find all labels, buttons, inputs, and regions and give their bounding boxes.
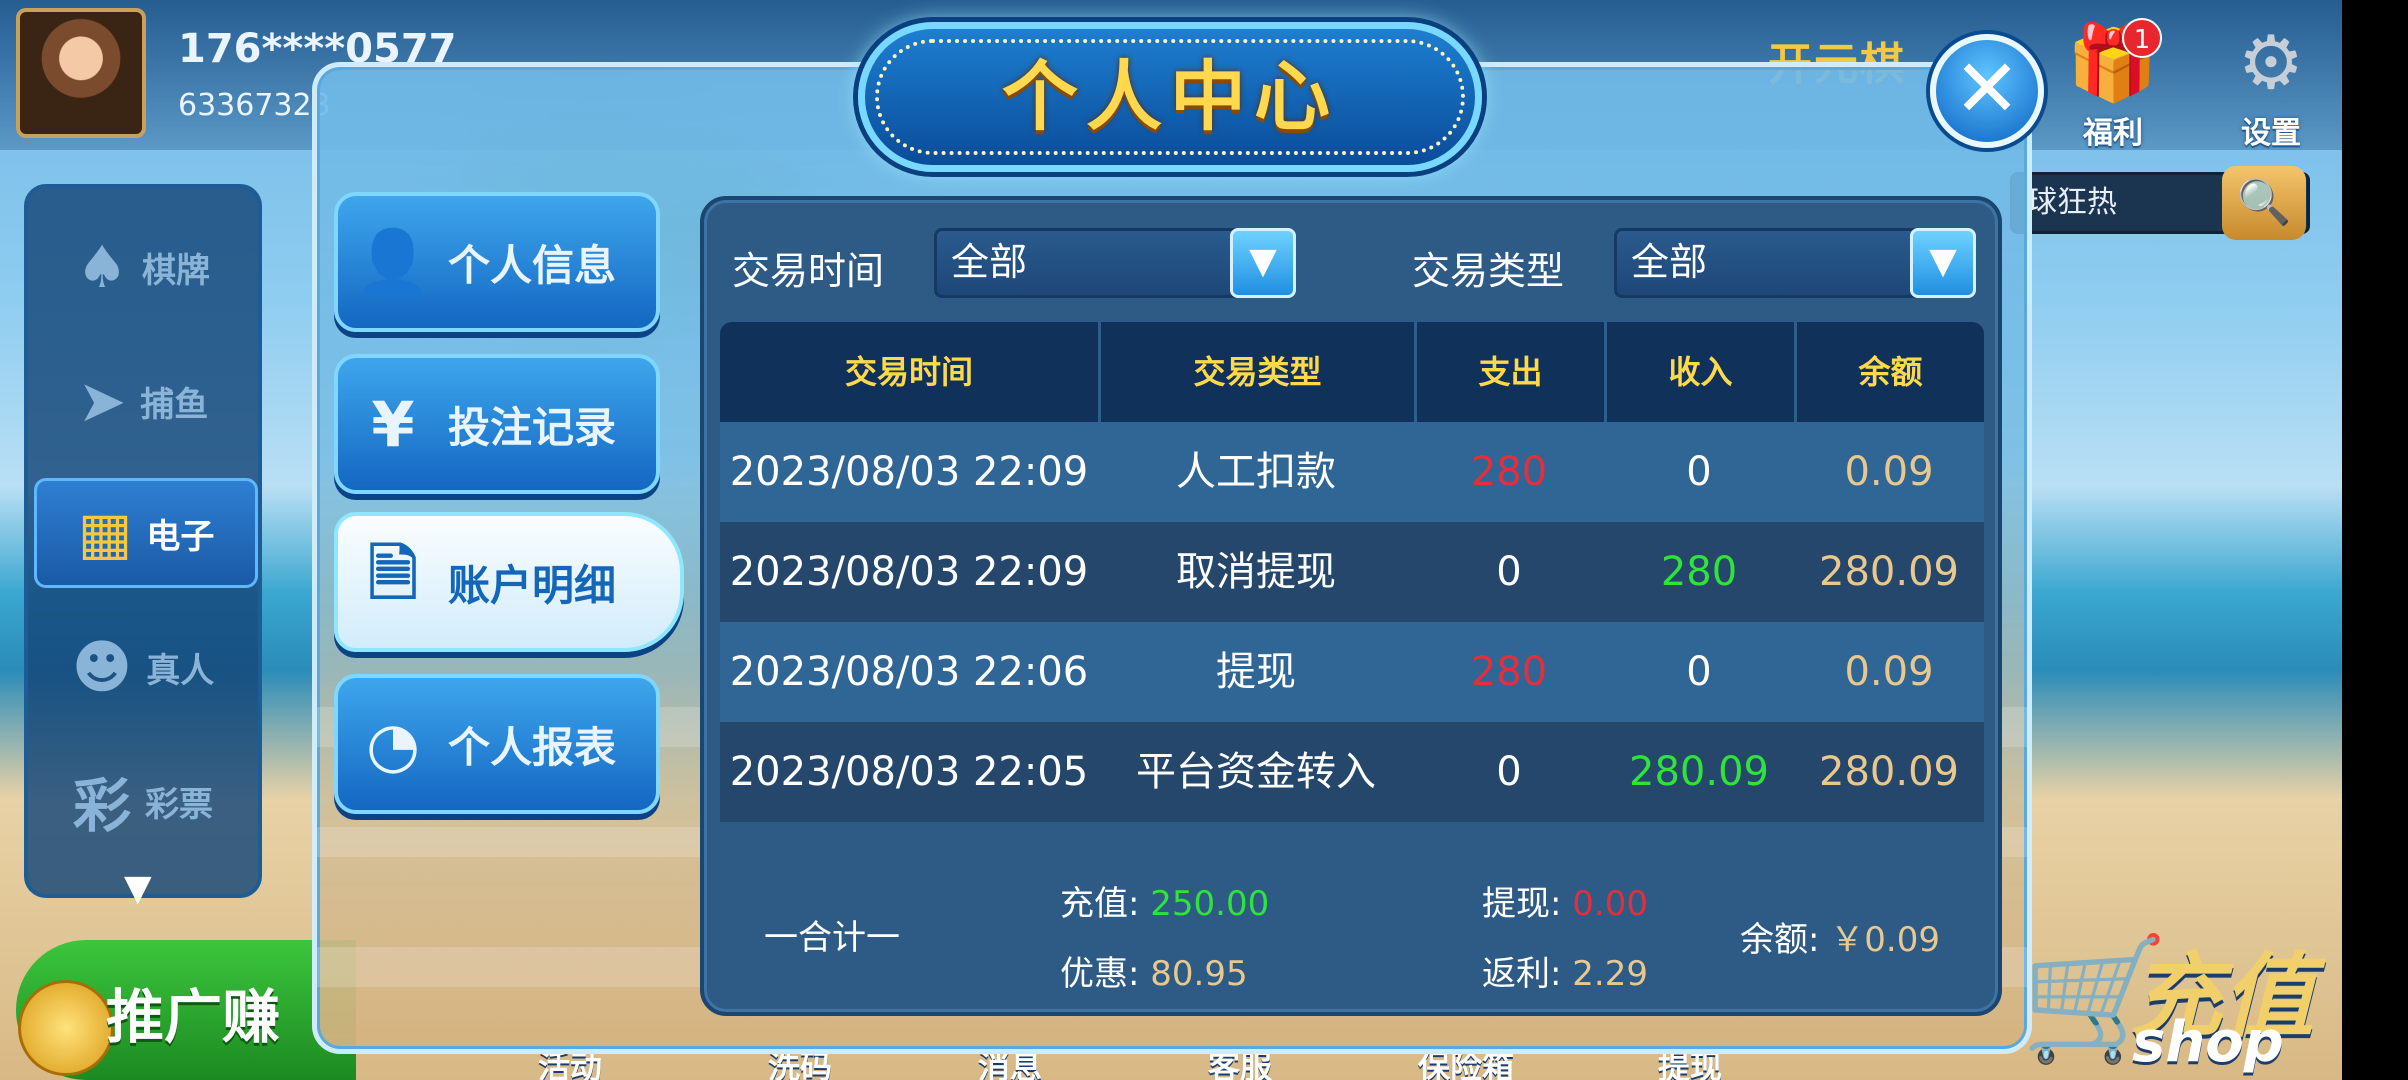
cell-time: 2023/08/03 22:09 — [729, 549, 1089, 595]
settings-button[interactable]: ⚙ 设置 — [2216, 18, 2326, 151]
screen-edge — [2342, 0, 2408, 1080]
category-item-fishing[interactable]: ➤ 捕鱼 — [28, 346, 258, 456]
banknote-icon: ¥ — [371, 387, 415, 461]
rebate-value: 2.29 — [1572, 954, 1648, 994]
close-button[interactable]: ✕ — [1930, 34, 2044, 148]
recharge-label: 充值: — [1060, 884, 1140, 924]
spade-card-icon: ♠ — [76, 233, 128, 301]
column-header-type: 交易类型 — [1098, 322, 1414, 422]
gear-icon: ⚙ — [2237, 20, 2305, 106]
tab-account-details[interactable]: 🗎 账户明细 — [334, 512, 684, 652]
chevron-down-icon[interactable]: ▼ — [124, 868, 152, 909]
promo-label: 推广赚 — [106, 983, 281, 1051]
slot-machine-icon: ▦ — [77, 499, 133, 567]
column-header-time: 交易时间 — [844, 353, 973, 391]
chevron-down-icon[interactable]: ▼ — [1910, 228, 1976, 298]
balance-value: ￥0.09 — [1830, 920, 1940, 960]
category-label: 电子 — [146, 516, 215, 557]
tab-label: 账户明细 — [448, 560, 617, 610]
type-filter-label: 交易类型 — [1412, 249, 1565, 293]
cell-income: 280 — [1660, 549, 1738, 595]
summary-recharge: 充值: 250.00 — [1060, 876, 1269, 925]
tab-label: 投注记录 — [448, 402, 617, 452]
rebate-label: 返利: — [1482, 954, 1562, 994]
user-icon: 👤 — [354, 225, 432, 298]
close-icon: ✕ — [1953, 42, 2021, 135]
summary-rebate: 返利: 2.29 — [1482, 946, 1648, 995]
cell-balance: 0.09 — [1844, 449, 1934, 495]
cell-expense: 0 — [1496, 549, 1522, 595]
coin-stack-icon — [18, 980, 114, 1076]
dealer-icon: ☻ — [71, 633, 133, 701]
welfare-label: 福利 — [2083, 116, 2143, 151]
column-header-balance: 余额 — [1794, 322, 1984, 422]
chevron-down-icon[interactable]: ▼ — [1230, 228, 1296, 298]
player-id: 63367323 — [178, 88, 331, 123]
category-item-live[interactable]: ☻ 真人 — [28, 612, 258, 722]
search-icon: 🔍 — [2236, 177, 2292, 228]
summary-section: 一合计一 充值: 250.00 优惠: 80.95 提现: 0.00 返利: 2… — [720, 850, 1984, 1010]
category-item-chess-cards[interactable]: ♠ 棋牌 — [28, 212, 258, 322]
cell-income: 0 — [1686, 449, 1712, 495]
table-row: 2023/08/03 22:09 人工扣款 280 0 0.09 — [720, 422, 1984, 522]
bonus-label: 优惠: — [1060, 954, 1140, 994]
pie-chart-icon: ◔ — [365, 707, 421, 781]
cell-income: 0 — [1686, 649, 1712, 695]
recharge-shop-button[interactable]: 🛒 充值 shop — [2010, 900, 2340, 1080]
avatar[interactable] — [16, 8, 146, 138]
cell-type: 人工扣款 — [1176, 449, 1336, 495]
cell-time: 2023/08/03 22:05 — [729, 749, 1089, 795]
bonus-value: 80.95 — [1150, 954, 1248, 994]
game-category-sidebar: ♠ 棋牌 ➤ 捕鱼 ▦ 电子 ☻ 真人 彩 彩票 ▼ — [24, 184, 262, 909]
summary-total-label: 一合计一 — [764, 918, 900, 958]
tab-label: 个人信息 — [448, 240, 617, 290]
cell-type: 取消提现 — [1176, 549, 1336, 595]
settings-label: 设置 — [2241, 116, 2301, 151]
cell-expense: 0 — [1496, 749, 1522, 795]
table-row: 2023/08/03 22:06 提现 280 0 0.09 — [720, 622, 1984, 722]
cell-expense: 280 — [1470, 649, 1548, 695]
cell-income: 280.09 — [1629, 749, 1769, 795]
column-header-expense: 支出 — [1414, 322, 1604, 422]
cell-type: 提现 — [1216, 649, 1296, 695]
table-header: 交易时间 交易类型 支出 收入 余额 — [720, 322, 1984, 422]
cell-balance: 0.09 — [1844, 649, 1934, 695]
modal-title: 个人中心 — [1002, 52, 1338, 141]
notification-badge: 1 — [2122, 18, 2162, 58]
welfare-button[interactable]: 🎁 1 福利 — [2058, 18, 2168, 151]
fish-icon: ➤ — [77, 367, 127, 435]
recharge-value: 250.00 — [1150, 884, 1270, 924]
time-filter-label: 交易时间 — [732, 249, 885, 293]
withdraw-label: 提现: — [1482, 884, 1562, 924]
withdraw-value: 0.00 — [1572, 884, 1648, 924]
table-row: 2023/08/03 22:09 取消提现 0 280 280.09 — [720, 522, 1984, 622]
cell-type: 平台资金转入 — [1136, 749, 1376, 795]
balance-label: 余额: — [1740, 920, 1820, 960]
summary-balance: 余额: ￥0.09 — [1740, 912, 1940, 961]
cell-balance: 280.09 — [1819, 749, 1959, 795]
cell-time: 2023/08/03 22:06 — [729, 649, 1089, 695]
document-search-icon: 🗎 — [368, 536, 418, 610]
category-label: 棋牌 — [142, 250, 210, 291]
modal-title-plaque: 个人中心 — [858, 22, 1482, 172]
shop-label: shop — [2132, 1010, 2284, 1075]
category-item-electronic[interactable]: ▦ 电子 — [34, 478, 258, 588]
cell-balance: 280.09 — [1819, 549, 1959, 595]
category-label: 真人 — [146, 650, 215, 691]
search-button[interactable]: 🔍 — [2222, 166, 2306, 240]
tab-personal-info[interactable]: 👤 个人信息 — [334, 192, 660, 332]
cell-time: 2023/08/03 22:09 — [729, 449, 1089, 495]
category-item-lottery[interactable]: 彩 彩票 — [28, 746, 258, 856]
lottery-icon: 彩 — [72, 772, 131, 840]
summary-bonus: 优惠: 80.95 — [1060, 946, 1248, 995]
category-label: 彩票 — [145, 784, 213, 825]
cell-expense: 280 — [1470, 449, 1548, 495]
tab-bet-records[interactable]: ¥ 投注记录 — [334, 354, 660, 494]
category-label: 捕鱼 — [140, 384, 209, 425]
summary-withdraw: 提现: 0.00 — [1482, 876, 1648, 925]
tab-personal-report[interactable]: ◔ 个人报表 — [334, 674, 660, 814]
tab-label: 个人报表 — [448, 722, 617, 772]
column-header-income: 收入 — [1604, 322, 1794, 422]
table-row: 2023/08/03 22:05 平台资金转入 0 280.09 280.09 — [720, 722, 1984, 822]
